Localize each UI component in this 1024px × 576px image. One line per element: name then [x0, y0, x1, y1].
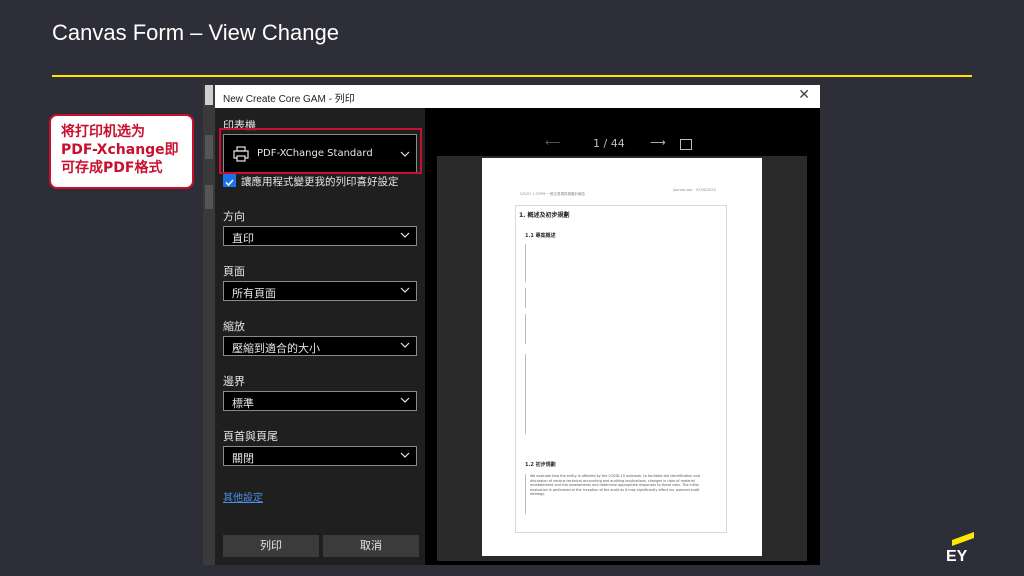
arrow-left-icon[interactable]: ⟵ — [545, 136, 561, 149]
left-edge — [203, 85, 215, 565]
page-header-left: 2/5/22 1:37PM 一般交易預算與審計報告 — [520, 192, 585, 196]
chevron-down-icon — [400, 287, 410, 293]
edge-segment — [205, 85, 213, 105]
page-header-right: journal.doc · 07/02/2022 — [673, 188, 716, 192]
dialog-titlebar: New Create Core GAM - 列印 ✕ — [203, 85, 820, 108]
doc-heading-1: 1. 概述及初步規劃 — [519, 212, 570, 219]
callout: 将打印机选为 PDF-Xchange即 可存成PDF格式 — [49, 114, 194, 189]
save-pref-checkbox[interactable] — [223, 174, 236, 187]
preview-pane: ⟵ 1 / 44 ⟶ 2/5/22 1:37PM 一般交易預算與審計報告 jou… — [425, 108, 820, 565]
margins-value: 標準 — [232, 397, 254, 410]
edge-segment — [205, 135, 213, 159]
quote-bar — [525, 474, 526, 514]
quote-bar — [525, 314, 526, 344]
margins-select[interactable]: 標準 — [223, 391, 417, 411]
logo-text: EY — [946, 548, 968, 565]
quote-bar — [525, 288, 526, 308]
orientation-select[interactable]: 直印 — [223, 226, 417, 246]
edge-segment — [205, 185, 213, 209]
pages-value: 所有頁面 — [232, 287, 276, 300]
doc-heading-1-2: 1.2 初步規劃 — [525, 462, 556, 468]
save-pref-label: 讓應用程式變更我的列印喜好設定 — [241, 176, 399, 188]
header-footer-value: 關閉 — [232, 452, 254, 465]
header-footer-select[interactable]: 關閉 — [223, 446, 417, 466]
callout-line: 将打印机选为 — [61, 124, 145, 140]
checkmark-icon — [225, 179, 234, 187]
scale-label: 縮放 — [223, 320, 245, 333]
slide-title: Canvas Form – View Change — [52, 20, 339, 45]
ey-logo: EY — [946, 531, 976, 566]
margins-label: 邊界 — [223, 375, 245, 388]
arrow-right-icon[interactable]: ⟶ — [650, 136, 666, 149]
chevron-down-icon — [400, 342, 410, 348]
callout-line: 可存成PDF格式 — [61, 160, 163, 176]
header-footer-label: 頁首與頁尾 — [223, 430, 278, 443]
chevron-down-icon — [400, 452, 410, 458]
printer-highlight — [219, 128, 422, 174]
doc-paragraph-en: We evaluate how the entity is affected b… — [530, 474, 700, 497]
orientation-value: 直印 — [232, 232, 254, 245]
fit-page-icon[interactable] — [680, 139, 692, 150]
quote-bar — [525, 354, 526, 434]
title-rule — [52, 75, 972, 77]
print-button[interactable]: 列印 — [223, 535, 319, 557]
dialog-title: New Create Core GAM - 列印 — [223, 94, 355, 105]
pages-select[interactable]: 所有頁面 — [223, 281, 417, 301]
pages-label: 頁面 — [223, 265, 245, 278]
pager: ⟵ 1 / 44 ⟶ — [425, 135, 820, 155]
scale-value: 壓縮到適合的大小 — [232, 342, 320, 355]
doc-heading-1-1: 1.1 專案概述 — [525, 233, 556, 239]
close-icon[interactable]: ✕ — [798, 87, 810, 103]
callout-line: PDF-Xchange即 — [61, 142, 179, 158]
preview-page: 2/5/22 1:37PM 一般交易預算與審計報告 journal.doc · … — [482, 158, 762, 556]
orientation-label: 方向 — [223, 210, 245, 223]
logo-slash — [952, 531, 974, 547]
preview-frame[interactable]: 2/5/22 1:37PM 一般交易預算與審計報告 journal.doc · … — [437, 156, 807, 561]
chevron-down-icon — [400, 232, 410, 238]
settings-pane: 印表機 PDF-XChange Standard 讓應用程式變更我的列印喜好設定… — [215, 108, 425, 565]
more-settings-link[interactable]: 其他設定 — [223, 489, 263, 504]
scale-select[interactable]: 壓縮到適合的大小 — [223, 336, 417, 356]
page-indicator: 1 / 44 — [593, 137, 625, 150]
chevron-down-icon — [400, 397, 410, 403]
cancel-button[interactable]: 取消 — [323, 535, 419, 557]
quote-bar — [525, 244, 526, 282]
